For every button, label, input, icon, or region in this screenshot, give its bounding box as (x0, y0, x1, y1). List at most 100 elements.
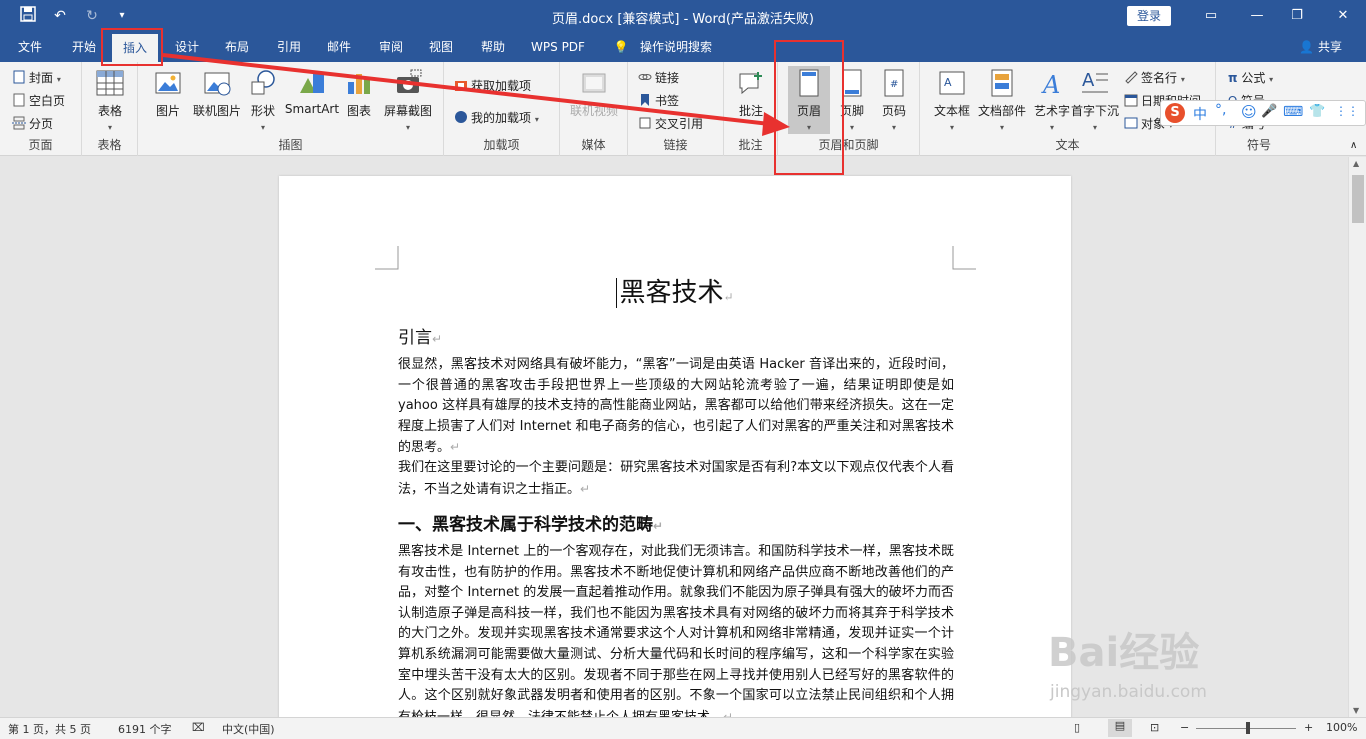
online-picture-button[interactable]: 联机图片 (190, 68, 244, 119)
group-label-illustrations: 插图 (278, 138, 303, 152)
link-button[interactable]: 链接 (638, 68, 679, 88)
comment-icon (739, 72, 762, 95)
customize-qat-icon[interactable]: ▾ (112, 6, 132, 26)
video-icon (582, 73, 606, 93)
person-icon: 👤 (1299, 40, 1315, 54)
screenshot-button[interactable]: 屏幕截图 ▾ (380, 68, 436, 133)
sogou-logo-icon: S (1165, 103, 1185, 123)
tab-mailings[interactable]: 邮件 (318, 32, 360, 62)
comment-button[interactable]: 批注 (734, 68, 768, 119)
signature-line-button[interactable]: 签名行 ▾ (1124, 68, 1185, 88)
drop-cap-button[interactable]: A 首字下沉 ▾ (1068, 68, 1122, 133)
bookmark-button[interactable]: 书签 (638, 91, 679, 111)
blank-page-button[interactable]: 空白页 (12, 91, 65, 111)
group-label-comments: 批注 (738, 138, 763, 152)
undo-icon[interactable]: ↶ (50, 6, 70, 26)
group-label-links: 链接 (663, 138, 688, 152)
keyboard-icon[interactable]: ⌨ (1283, 104, 1303, 120)
svg-text:#: # (890, 79, 898, 90)
zoom-out-icon[interactable]: − (1180, 721, 1189, 734)
shapes-icon (251, 70, 275, 95)
print-layout-icon[interactable]: ▤ (1108, 719, 1132, 737)
word-window: ↶ ↻ ▾ 页眉.docx [兼容模式] - Word(产品激活失败) 登录 ▭… (0, 0, 1366, 739)
page-count[interactable]: 第 1 页，共 5 页 (8, 721, 91, 737)
scroll-down-icon[interactable]: ▼ (1353, 706, 1359, 715)
my-addins-button[interactable]: 我的加载项 ▾ (454, 108, 539, 128)
svg-text:A: A (1082, 70, 1095, 91)
tab-references[interactable]: 引用 (268, 32, 310, 62)
online-video-button[interactable]: 联机视频 (568, 68, 620, 119)
vertical-scrollbar[interactable]: ▲ ▼ (1348, 157, 1366, 717)
tell-me-search[interactable]: 操作说明搜索 (636, 32, 716, 62)
pi-icon: π (1228, 71, 1238, 85)
share-button[interactable]: 👤 共享 (1299, 32, 1342, 62)
cross-reference-icon (639, 117, 651, 129)
get-addins-button[interactable]: 获取加载项 (454, 76, 531, 96)
doc-heading-intro: 引言↵ (398, 328, 443, 348)
title-bar: ↶ ↻ ▾ 页眉.docx [兼容模式] - Word(产品激活失败) 登录 ▭… (0, 0, 1366, 32)
proofing-icon[interactable]: ⌧ (192, 721, 205, 734)
group-media: 联机视频 媒体 (560, 62, 628, 156)
maximize-icon[interactable]: ❐ (1274, 0, 1320, 32)
redo-icon[interactable]: ↻ (82, 6, 102, 26)
tab-home[interactable]: 开始 (62, 32, 106, 62)
tab-file[interactable]: 文件 (10, 32, 50, 62)
shapes-button[interactable]: 形状 ▾ (246, 68, 280, 133)
page-number-icon: # (884, 69, 904, 97)
login-button[interactable]: 登录 (1127, 6, 1171, 26)
tab-review[interactable]: 审阅 (370, 32, 412, 62)
read-mode-icon[interactable]: ▯ (1074, 721, 1080, 734)
ime-chinese-mode[interactable]: 中 (1193, 104, 1207, 124)
web-layout-icon[interactable]: ⊡ (1150, 721, 1159, 734)
group-label-symbols: 符号 (1246, 138, 1271, 152)
tab-wps-pdf[interactable]: WPS PDF (524, 32, 592, 62)
ime-toolbar: S 中 °, ☺ 🎤 ⌨ 👕 ⋮⋮ (1160, 100, 1366, 126)
online-picture-icon (204, 72, 231, 96)
close-icon[interactable]: ✕ (1320, 0, 1366, 32)
baidu-watermark: Bai经验 (1048, 630, 1200, 676)
tab-design[interactable]: 设计 (166, 32, 208, 62)
ime-menu-icon[interactable]: ⋮⋮ (1335, 104, 1359, 118)
group-label-pages: 页面 (28, 138, 53, 152)
chart-icon (348, 74, 370, 94)
chart-button[interactable]: 图表 (342, 68, 376, 119)
cross-reference-button[interactable]: 交叉引用 (638, 114, 703, 134)
cover-page-button[interactable]: 封面 ▾ (12, 68, 61, 88)
picture-button[interactable]: 图片 (150, 68, 186, 119)
page-number-button[interactable]: # 页码 ▾ (876, 68, 912, 133)
language[interactable]: 中文(中国) (222, 721, 275, 737)
calendar-icon (1124, 94, 1138, 107)
equation-button[interactable]: π 公式 ▾ (1228, 68, 1273, 88)
smartart-button[interactable]: SmartArt (284, 68, 340, 116)
textbox-button[interactable]: A 文本框 ▾ (930, 68, 974, 133)
zoom-in-icon[interactable]: + (1304, 721, 1313, 734)
ribbon-display-icon[interactable]: ▭ (1188, 0, 1234, 32)
store-icon (455, 81, 467, 91)
page-break-button[interactable]: 分页 (12, 114, 53, 134)
group-tables: 表格 ▾ 表格 (82, 62, 138, 156)
group-comments: 批注 批注 (724, 62, 778, 156)
skin-icon[interactable]: 👕 (1309, 104, 1325, 119)
tab-layout[interactable]: 布局 (216, 32, 258, 62)
group-label-tables: 表格 (97, 138, 122, 152)
doc-paragraph-3: 黑客技术是 Internet 上的一个客观存在，对此我们无须讳言。和国防科学技术… (398, 544, 954, 717)
tab-help[interactable]: 帮助 (472, 32, 514, 62)
textbox-icon: A (939, 71, 965, 95)
table-button[interactable]: 表格 ▾ (92, 68, 128, 133)
document-page[interactable]: 黑客技术↵ 引言↵ 很显然，黑客技术对网络具有破坏能力，“黑客”一词是由英语 H… (279, 176, 1071, 717)
scroll-up-icon[interactable]: ▲ (1353, 159, 1359, 168)
group-illustrations: 图片 联机图片 形状 ▾ SmartArt 图表 屏幕截图 ▾ 插图 (138, 62, 444, 156)
zoom-level[interactable]: 100% (1326, 721, 1357, 734)
emoji-icon[interactable]: ☺ (1241, 103, 1257, 121)
svg-text:A: A (944, 76, 952, 89)
tab-view[interactable]: 视图 (420, 32, 462, 62)
scroll-thumb[interactable] (1352, 175, 1364, 223)
zoom-slider-thumb[interactable] (1246, 722, 1250, 734)
ime-punctuation[interactable]: °, (1215, 102, 1226, 118)
collapse-ribbon-icon[interactable]: ∧ (1350, 136, 1357, 156)
word-count[interactable]: 6191 个字 (118, 721, 172, 737)
microphone-icon[interactable]: 🎤 (1261, 104, 1277, 119)
save-icon[interactable] (18, 6, 38, 26)
group-label-addins: 加载项 (483, 138, 520, 152)
quick-parts-button[interactable]: 文档部件 ▾ (974, 68, 1030, 133)
